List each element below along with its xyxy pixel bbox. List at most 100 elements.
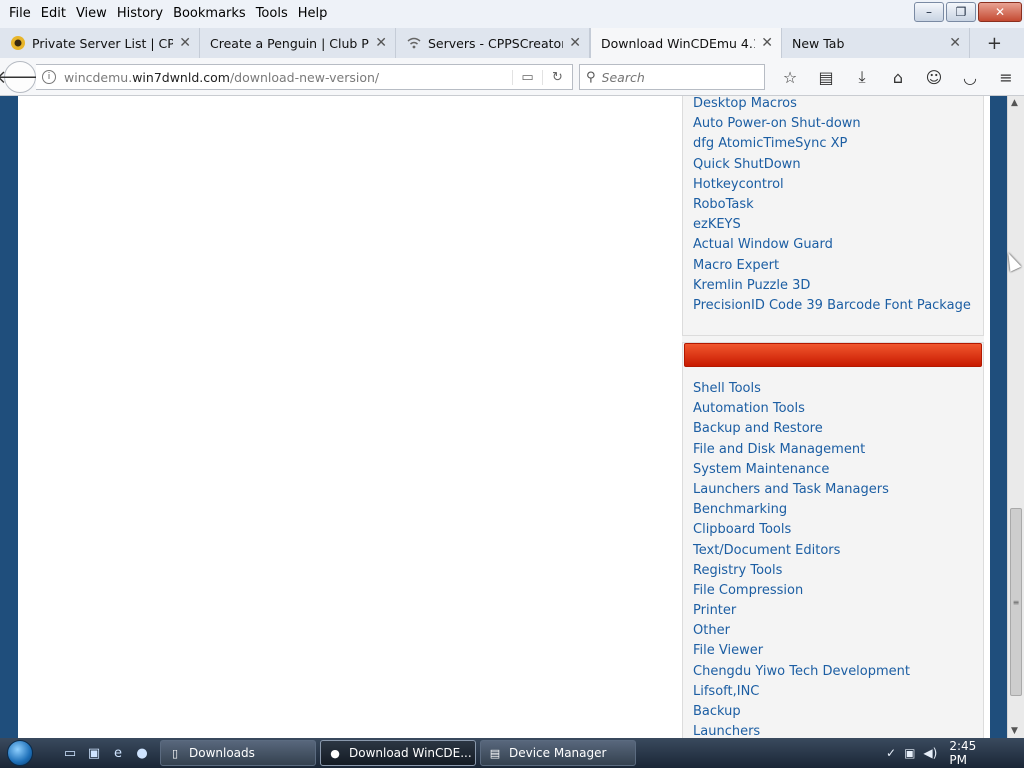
- home-icon[interactable]: ⌂: [880, 66, 916, 88]
- penguin-favicon-icon: [10, 35, 26, 51]
- search-box[interactable]: ⚲: [579, 64, 765, 90]
- menu-help[interactable]: Help: [293, 0, 333, 28]
- scroll-thumb[interactable]: ≡: [1010, 508, 1022, 696]
- sidebar-link[interactable]: Printer: [693, 601, 910, 621]
- switch-windows-icon[interactable]: ▣: [84, 743, 104, 763]
- sidebar-link[interactable]: Backup and Restore: [693, 419, 910, 439]
- tab-servers-cppscreator[interactable]: Servers - CPPSCreator ✕: [396, 28, 590, 58]
- scroll-up-arrow-icon[interactable]: ▲: [1011, 98, 1018, 108]
- sidebar-link[interactable]: Lifsoft,INC: [693, 682, 910, 702]
- url-bar[interactable]: i wincdemu.win7dwnld.com/download-new-ve…: [36, 64, 573, 90]
- minimize-button[interactable]: –: [914, 2, 944, 22]
- sidebar-link[interactable]: Actual Window Guard: [693, 235, 971, 255]
- sidebar-link[interactable]: Auto Power-on Shut-down: [693, 114, 971, 134]
- quick-launch: ▭ ▣ e ●: [60, 743, 152, 763]
- vertical-scrollbar[interactable]: ▲ ≡ ▼: [1007, 96, 1024, 738]
- sidebar-link[interactable]: Automation Tools: [693, 399, 910, 419]
- restore-button[interactable]: ❐: [946, 2, 976, 22]
- sidebar-link[interactable]: ezKEYS: [693, 215, 971, 235]
- downloads-icon[interactable]: ⤓: [844, 66, 880, 88]
- tab-label: New Tab: [792, 35, 845, 51]
- menu-file[interactable]: File: [4, 0, 36, 28]
- taskbar-downloads[interactable]: ▯ Downloads: [160, 740, 316, 766]
- menu-history[interactable]: History: [112, 0, 168, 28]
- scroll-down-arrow-icon[interactable]: ▼: [1011, 726, 1018, 736]
- page-viewport: Desktop Macros Auto Power-on Shut-down dfg…: [0, 96, 1024, 738]
- toolbar-icons: ☆ ▤ ⤓ ⌂ ☺ ◡ ≡: [772, 66, 1024, 88]
- close-tab-icon[interactable]: ✕: [761, 35, 773, 51]
- sidebar-link[interactable]: Launchers and Task Managers: [693, 480, 910, 500]
- start-button[interactable]: [0, 738, 40, 768]
- firefox-icon[interactable]: ●: [132, 743, 152, 763]
- sidebar-categories-box: Shell Tools Automation Tools Backup and Re…: [682, 342, 984, 738]
- taskbar: ▭ ▣ e ● ▯ Downloads ● Download WinCDE...…: [0, 738, 1024, 768]
- hello-chat-icon[interactable]: ☺: [916, 66, 952, 88]
- category-link-list: Shell Tools Automation Tools Backup and Re…: [693, 379, 910, 738]
- sidebar-link[interactable]: Backup: [693, 702, 910, 722]
- reader-view-icon[interactable]: ▭: [512, 69, 542, 85]
- tab-label: Servers - CPPSCreator: [428, 35, 564, 51]
- tab-create-a-penguin[interactable]: Create a Penguin | Club Pe... ✕: [200, 28, 396, 58]
- sidebar-link[interactable]: Other: [693, 621, 910, 641]
- tab-private-server-list[interactable]: Private Server List | CPP... ✕: [0, 28, 200, 58]
- show-desktop-icon[interactable]: ▭: [60, 743, 80, 763]
- window-controls: – ❐ ✕: [914, 2, 1022, 22]
- tab-strip: Private Server List | CPP... ✕ Create a …: [0, 28, 1024, 58]
- menu-view[interactable]: View: [71, 0, 112, 28]
- reload-icon[interactable]: ↻: [542, 69, 572, 85]
- sidebar-link[interactable]: File Compression: [693, 581, 910, 601]
- volume-icon[interactable]: ◀): [923, 746, 937, 760]
- close-tab-icon[interactable]: ✕: [569, 35, 581, 51]
- clock[interactable]: 2:45 PM: [949, 739, 988, 767]
- close-tab-icon[interactable]: ✕: [375, 35, 387, 51]
- new-tab-plus-icon[interactable]: +: [987, 33, 1002, 54]
- tab-download-wincdemu[interactable]: Download WinCDEmu 4.1 -... ✕: [590, 28, 782, 58]
- sidebar-link[interactable]: RoboTask: [693, 195, 971, 215]
- page-content: Desktop Macros Auto Power-on Shut-down dfg…: [18, 96, 990, 738]
- menu-edit[interactable]: Edit: [36, 0, 71, 28]
- back-arrow-icon[interactable]: 🡐: [0, 61, 44, 93]
- wifi-favicon-icon: [406, 35, 422, 51]
- sidebar-links-box: Desktop Macros Auto Power-on Shut-down dfg…: [682, 96, 984, 336]
- close-tab-icon[interactable]: ✕: [179, 35, 191, 51]
- sidebar-link[interactable]: Macro Expert: [693, 256, 971, 276]
- pocket-icon[interactable]: ◡: [952, 66, 988, 88]
- info-icon[interactable]: i: [42, 70, 56, 84]
- close-window-button[interactable]: ✕: [978, 2, 1022, 22]
- close-tab-icon[interactable]: ✕: [949, 35, 961, 51]
- menu-tools[interactable]: Tools: [251, 0, 293, 28]
- sidebar-link[interactable]: Quick ShutDown: [693, 155, 971, 175]
- internet-explorer-icon[interactable]: e: [108, 743, 128, 763]
- task-label: Download WinCDE...: [349, 746, 472, 760]
- sidebar-link[interactable]: Clipboard Tools: [693, 520, 910, 540]
- search-icon: ⚲: [586, 69, 596, 85]
- tab-new-tab[interactable]: New Tab ✕: [782, 28, 970, 58]
- taskbar-download-wincdemu[interactable]: ● Download WinCDE...: [320, 740, 476, 766]
- taskbar-device-manager[interactable]: ▤ Device Manager: [480, 740, 636, 766]
- sidebar-link[interactable]: PrecisionID Code 39 Barcode Font Package: [693, 296, 971, 316]
- hamburger-menu-icon[interactable]: ≡: [988, 66, 1024, 88]
- network-check-icon[interactable]: ✓: [886, 746, 896, 760]
- bookmark-star-icon[interactable]: ☆: [772, 66, 808, 88]
- url-text[interactable]: wincdemu.win7dwnld.com/download-new-vers…: [64, 70, 512, 85]
- sidebar-link[interactable]: dfg AtomicTimeSync XP: [693, 134, 971, 154]
- windows-logo-icon: [7, 740, 33, 766]
- sidebar-link[interactable]: Hotkeycontrol: [693, 175, 971, 195]
- menu-bookmarks[interactable]: Bookmarks: [168, 0, 251, 28]
- bookmarks-list-icon[interactable]: ▤: [808, 66, 844, 88]
- sidebar-link[interactable]: Launchers: [693, 722, 910, 738]
- sidebar-link[interactable]: Shell Tools: [693, 379, 910, 399]
- sidebar-link[interactable]: Benchmarking: [693, 500, 910, 520]
- monitor-icon[interactable]: ▣: [904, 746, 915, 760]
- folder-icon: ▯: [171, 746, 179, 760]
- sidebar-link[interactable]: Chengdu Yiwo Tech Development: [693, 662, 910, 682]
- tab-label: Create a Penguin | Club Pe...: [210, 35, 369, 51]
- sidebar-link[interactable]: File and Disk Management: [693, 440, 910, 460]
- sidebar-link[interactable]: File Viewer: [693, 641, 910, 661]
- sidebar-link[interactable]: Kremlin Puzzle 3D: [693, 276, 971, 296]
- sidebar-link[interactable]: System Maintenance: [693, 460, 910, 480]
- search-input[interactable]: [601, 69, 752, 85]
- sidebar-link[interactable]: Registry Tools: [693, 561, 910, 581]
- sidebar-link[interactable]: Desktop Macros: [693, 96, 971, 114]
- sidebar-link[interactable]: Text/Document Editors: [693, 541, 910, 561]
